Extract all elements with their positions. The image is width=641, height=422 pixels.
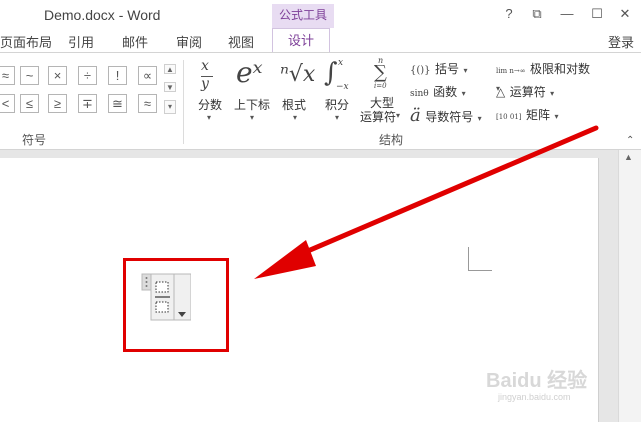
watermark-url: jingyan.baidu.com xyxy=(498,392,571,402)
watermark-logo: Baidu 经验 xyxy=(486,370,588,392)
red-arrow-annotation xyxy=(254,125,599,279)
